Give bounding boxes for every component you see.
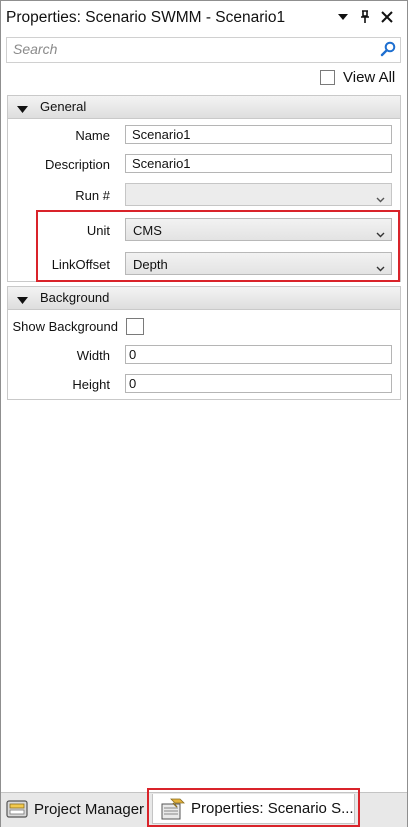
name-field[interactable] (126, 126, 391, 143)
chevron-down-icon (376, 260, 385, 275)
property-row-description: Description (8, 151, 400, 179)
height-field-box (125, 374, 392, 393)
run-select[interactable] (125, 183, 392, 206)
name-label: Name (75, 128, 110, 143)
dropdown-arrow-icon[interactable] (334, 7, 352, 27)
height-label: Height (72, 377, 110, 392)
collapse-triangle-icon[interactable] (17, 102, 28, 117)
background-section: Background Show Background Width Height (7, 286, 401, 400)
title-bar: Properties: Scenario SWMM - Scenario1 (1, 1, 407, 35)
search-box (6, 37, 401, 63)
unit-label: Unit (86, 223, 110, 238)
property-row-linkoffset: LinkOffset Depth (8, 251, 400, 279)
description-field[interactable] (126, 155, 391, 172)
general-section-title: General (40, 99, 87, 114)
project-manager-icon (6, 799, 28, 819)
panel-title: Properties: Scenario SWMM - Scenario1 (6, 9, 286, 26)
tab-properties-scenario-label: Properties: Scenario S... (191, 800, 354, 817)
property-row-run: Run # (8, 182, 400, 210)
width-field-box (125, 345, 392, 364)
property-row-show-background: Show Background (8, 313, 400, 341)
linkoffset-select[interactable]: Depth (125, 252, 392, 275)
background-section-title: Background (40, 290, 110, 305)
linkoffset-value: Depth (133, 257, 168, 272)
view-all-label: View All (343, 68, 396, 86)
close-icon[interactable] (378, 7, 396, 27)
description-label: Description (44, 157, 110, 172)
general-section-header[interactable]: General (8, 96, 400, 119)
view-all-checkbox[interactable] (320, 69, 335, 85)
view-all-toggle[interactable]: View All (320, 68, 395, 86)
bottom-tab-strip: Project Manager Properties: Scenario S..… (1, 792, 407, 827)
linkoffset-label: LinkOffset (51, 257, 110, 272)
unit-select[interactable]: CMS (125, 218, 392, 241)
show-background-checkbox[interactable] (126, 318, 144, 335)
collapse-triangle-icon[interactable] (17, 293, 28, 308)
width-field[interactable] (126, 346, 391, 363)
tab-properties-scenario[interactable]: Properties: Scenario S... (152, 794, 355, 824)
search-input[interactable] (13, 38, 373, 60)
property-row-width: Width (8, 342, 400, 370)
description-field-box (125, 154, 392, 173)
width-label: Width (76, 348, 110, 363)
chevron-down-icon (376, 191, 385, 206)
tab-project-manager[interactable]: Project Manager (6, 794, 146, 824)
pin-icon[interactable] (356, 7, 374, 27)
show-background-label: Show Background (12, 319, 118, 334)
name-field-box (125, 125, 392, 144)
property-row-height: Height (8, 371, 400, 399)
height-field[interactable] (126, 375, 391, 392)
properties-panel: Properties: Scenario SWMM - Scenario1 Vi… (0, 0, 408, 827)
general-section: General Name Description Run # Uni (7, 95, 401, 282)
property-row-unit: Unit CMS (8, 217, 400, 245)
background-section-header[interactable]: Background (8, 287, 400, 310)
run-label: Run # (75, 188, 110, 203)
property-row-name: Name (8, 122, 400, 150)
tab-project-manager-label: Project Manager (34, 800, 145, 818)
chevron-down-icon (376, 226, 385, 241)
properties-icon (161, 798, 185, 820)
unit-value: CMS (133, 223, 162, 238)
search-icon[interactable] (380, 41, 396, 60)
